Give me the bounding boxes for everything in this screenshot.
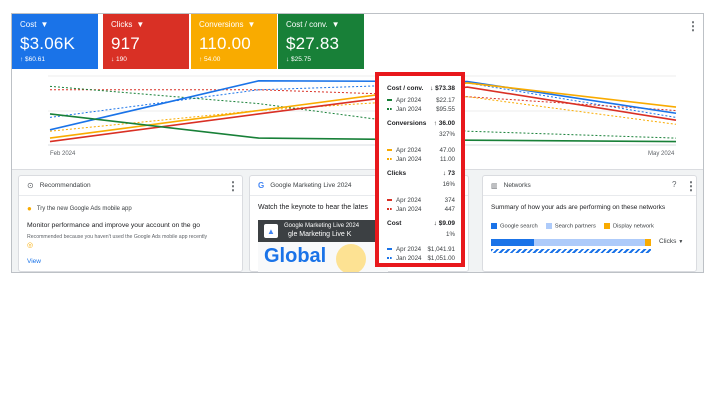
tooltip-row-value: 47.00 [439, 147, 455, 154]
tooltip-percent: 16% [442, 181, 455, 188]
view-link[interactable]: View [27, 258, 41, 265]
tooltip-row-label: Apr 2024 [396, 97, 422, 104]
tooltip-section-title: Cost [387, 220, 402, 227]
help-icon[interactable]: ? [672, 180, 676, 189]
decorative-circle [336, 244, 366, 272]
tooltip-delta: ↓ $9.09 [433, 220, 455, 227]
tooltip-row-value: $95.55 [436, 106, 455, 113]
x-axis-start-label: Feb 2024 [50, 151, 76, 157]
networks-bar [491, 239, 651, 246]
tooltip-row-label: Jan 2024 [396, 106, 422, 113]
series-marker [387, 248, 392, 251]
recommendation-card: ⊙ Recommendation ⋮ ● Try the new Google A… [18, 175, 243, 272]
series-marker [387, 149, 392, 152]
metric-select-value: Clicks [659, 238, 677, 245]
bar-chart-icon: ▥ [491, 182, 498, 190]
legend-label: Google search [500, 223, 538, 230]
performance-line-chart [48, 75, 677, 146]
info-icon: ◎ [27, 242, 34, 249]
series-marker [387, 108, 392, 111]
card-title: Networks [503, 182, 531, 189]
tooltip-percent: 1% [446, 231, 455, 238]
tooltip-row-label: Jan 2024 [396, 206, 422, 213]
more-options-icon[interactable]: ⋮ [685, 180, 697, 192]
networks-bar-segment-search [491, 239, 534, 246]
legend-item-google-search[interactable]: Google search [491, 223, 538, 230]
series-marker [387, 208, 392, 211]
chart-tooltip: Cost / conv. ↓ $73.38 Apr 2024 $22.17 Jan … [375, 72, 465, 267]
series-line-clicks [49, 86, 677, 143]
series-marker [387, 99, 392, 102]
recommendation-tip: Try the new Google Ads mobile app [36, 205, 132, 212]
recommendation-heading: Monitor performance and improve your acc… [27, 222, 201, 229]
card-title: Google Marketing Live 2024 [270, 182, 352, 189]
keynote-video-thumbnail[interactable]: ▲ Google Marketing Live 2024 gle Marketi… [258, 220, 388, 272]
recommendation-body: Recommended because you haven't used the… [27, 234, 208, 240]
series-marker [387, 257, 392, 260]
series-marker [387, 199, 392, 202]
recommendation-icon: ⊙ [27, 181, 34, 190]
tooltip-row-label: Apr 2024 [396, 197, 422, 204]
tooltip-row-label: Jan 2024 [396, 156, 422, 163]
series-marker [387, 158, 392, 161]
networks-bar-segment-display [645, 239, 651, 246]
networks-summary: Summary of how your ads are performing o… [491, 204, 666, 211]
tooltip-row-label: Apr 2024 [396, 246, 422, 253]
metric-select[interactable]: Clicks ▼ [659, 238, 683, 245]
tooltip-delta: ↑ 36.00 [433, 120, 455, 127]
tooltip-section-title: Cost / conv. [387, 85, 424, 92]
tooltip-row-value: $1,041.91 [427, 246, 455, 253]
legend-label: Search partners [554, 223, 596, 230]
legend-swatch [545, 223, 552, 229]
lightbulb-icon: ● [27, 204, 32, 213]
dropdown-arrow-icon: ▼ [678, 238, 684, 245]
legend-item-search-partners[interactable]: Search partners [545, 223, 596, 230]
tooltip-section-title: Conversions [387, 120, 427, 127]
x-axis-end-label: May 2024 [648, 151, 675, 157]
google-g-icon: G [258, 181, 265, 190]
series-line-cost-conv [49, 113, 677, 143]
card-title: Recommendation [39, 182, 91, 189]
comparison-line-cost-conv [49, 85, 677, 139]
more-options-icon[interactable]: ⋮ [227, 180, 239, 192]
tooltip-row-value: $22.17 [436, 97, 455, 104]
tooltip-row-label: Jan 2024 [396, 255, 422, 262]
tooltip-row-value: 374 [444, 197, 455, 204]
tooltip-row-value: 447 [444, 206, 455, 213]
networks-legend: Google search Search partners Display ne… [491, 223, 654, 230]
tooltip-section-title: Clicks [387, 170, 407, 177]
tooltip-delta: ↓ 73 [442, 170, 455, 177]
legend-swatch [603, 223, 610, 229]
tooltip-row-value: $1,051.00 [427, 255, 455, 262]
tooltip-delta: ↓ $73.38 [430, 85, 455, 92]
performance-card: Cost ▼ $3.06K ↑ $60.61 Clicks ▼ 917 ↓ 190 … [12, 14, 703, 170]
thumbnail-caption: Google Marketing Live 2024 [284, 223, 360, 229]
google-ads-logo-icon: ▲ [264, 224, 278, 238]
legend-item-display-network[interactable]: Display network [603, 223, 654, 230]
thumbnail-overlay-text: gle Marketing Live K [288, 231, 352, 238]
live-event-text: Watch the keynote to hear the lates [258, 204, 368, 211]
tooltip-row-label: Apr 2024 [396, 147, 422, 154]
networks-card: ▥ Networks ? ⋮ Summary of how your ads ar… [482, 175, 697, 272]
legend-swatch [491, 223, 497, 229]
tooltip-percent: 327% [439, 131, 455, 138]
overview-frame: Cost ▼ $3.06K ↑ $60.61 Clicks ▼ 917 ↓ 190 … [11, 13, 704, 273]
networks-comparison-bar [491, 249, 651, 253]
thumbnail-big-text: Global [264, 245, 327, 267]
legend-label: Display network [612, 223, 654, 230]
tooltip-row-value: 11.00 [439, 156, 455, 163]
